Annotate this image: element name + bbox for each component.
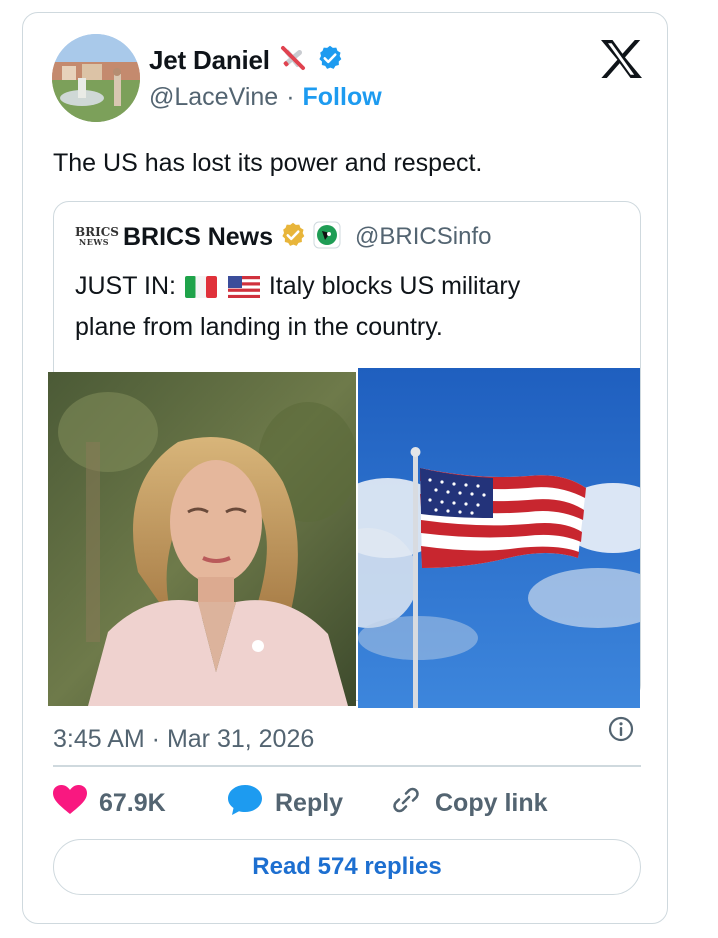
italy-flag-icon: [184, 272, 217, 309]
woman-portrait-photo[interactable]: [48, 372, 356, 706]
heart-icon: [53, 784, 87, 822]
avatar-photo: [52, 34, 140, 122]
author-handle[interactable]: @LaceVine: [149, 83, 278, 112]
follow-button[interactable]: Follow: [303, 83, 382, 112]
verified-badge-icon: [316, 44, 344, 77]
like-count: 67.9K: [99, 788, 166, 817]
action-bar: 67.9K Reply Copy link: [53, 783, 641, 823]
divider: [53, 765, 641, 767]
copy-link-button[interactable]: Copy link: [389, 783, 548, 823]
gold-verified-badge-icon: [279, 221, 307, 254]
x-logo-icon[interactable]: [599, 39, 643, 79]
speech-bubble-icon: [227, 784, 263, 823]
american-flag-on-pole-photo[interactable]: [358, 368, 640, 708]
brics-logo: BRICS NEWS: [75, 225, 119, 247]
airplane-crossed-icon: [278, 43, 308, 78]
like-button[interactable]: 67.9K: [53, 783, 166, 823]
quoted-text-prefix: JUST IN:: [75, 272, 176, 300]
quoted-author-handle[interactable]: @BRICSinfo: [355, 223, 491, 251]
quoted-text-line2: plane from landing in the country.: [75, 313, 443, 341]
avatar[interactable]: [52, 34, 140, 122]
quoted-tweet-text: JUST IN: Italy blocks US military plane …: [75, 268, 575, 346]
us-flag-icon: [227, 272, 260, 309]
quoted-author-name[interactable]: BRICS News: [123, 223, 273, 252]
author-handle-row: @LaceVine · Follow: [149, 83, 382, 112]
quoted-text-body: Italy blocks US military: [268, 272, 521, 300]
read-replies-button[interactable]: Read 574 replies: [53, 839, 641, 895]
reply-button[interactable]: Reply: [227, 783, 343, 823]
brics-affiliate-badge-icon: [313, 221, 341, 254]
tweet-timestamp[interactable]: 3:45 AM · Mar 31, 2026: [53, 725, 314, 754]
embedded-tweet-card: Jet Daniel @LaceVine · Follow The US has…: [22, 12, 668, 924]
author-name-row: Jet Daniel: [149, 43, 344, 77]
tweet-text: The US has lost its power and respect.: [53, 149, 483, 177]
author-name[interactable]: Jet Daniel: [149, 45, 270, 76]
quoted-tweet-header: BRICS NEWS BRICS News @BRICSinfo: [75, 220, 491, 254]
separator-dot: ·: [286, 83, 295, 111]
reply-label: Reply: [275, 788, 344, 817]
info-circle-icon[interactable]: [607, 715, 635, 743]
quoted-tweet[interactable]: BRICS NEWS BRICS News @BRICSinfo JUST IN…: [48, 201, 641, 708]
copy-link-label: Copy link: [435, 788, 548, 817]
link-icon: [389, 783, 423, 824]
